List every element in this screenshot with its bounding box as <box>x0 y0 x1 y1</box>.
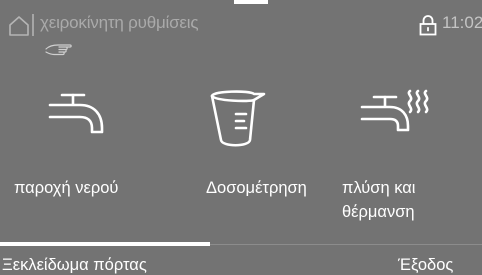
tile-label: παροχή νερού <box>14 179 119 197</box>
hand-pointer-icon <box>45 44 72 56</box>
tile-dosing[interactable]: Δοσομέτρηση <box>174 80 334 240</box>
tile-rinse-heat[interactable]: πλύση και θέρμανση <box>334 80 482 240</box>
faucet-icon <box>48 93 104 134</box>
tile-label: Δοσομέτρηση <box>206 179 307 197</box>
tile-label-line1: πλύση και <box>342 179 416 197</box>
status-bar: χειροκίνητη ρυθμίσεις 11:02 <box>0 10 482 36</box>
exit-button[interactable]: Έξοδος <box>398 255 453 275</box>
title-separator <box>32 14 34 36</box>
unlock-door-button[interactable]: Ξεκλείδωμα πόρτας <box>2 255 147 275</box>
measuring-cup-icon <box>210 90 266 147</box>
control-panel-screen: χειροκίνητη ρυθμίσεις 11:02 παροχή νερού <box>0 0 482 275</box>
bottom-progress-indicator <box>0 242 210 246</box>
tile-label-line2: θέρμανση <box>342 203 415 221</box>
top-page-indicator <box>234 0 268 4</box>
lock-icon <box>419 15 437 36</box>
clock: 11:02 <box>442 13 482 32</box>
faucet-steam-icon <box>360 89 429 132</box>
screen-title: χειροκίνητη ρυθμίσεις <box>40 13 199 32</box>
tile-water-supply[interactable]: παροχή νερού <box>14 80 174 240</box>
home-icon[interactable] <box>8 15 30 37</box>
